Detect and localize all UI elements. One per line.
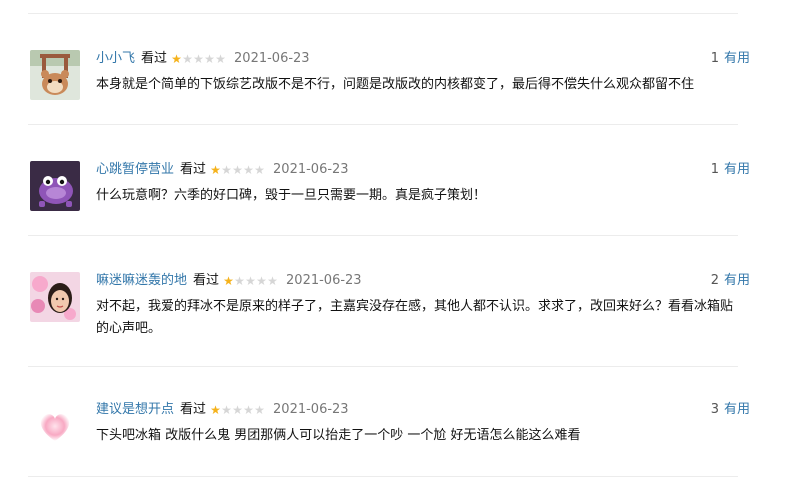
useful-button[interactable]: 有用 xyxy=(724,51,750,66)
star-empty-icon: ★ xyxy=(254,163,265,177)
comment-meta: 嘛迷嘛迷轰的地 看过 ★★★★★ 2021-06-23 xyxy=(96,272,362,290)
divider xyxy=(28,124,738,125)
rating-stars: ★★★★★ xyxy=(171,50,226,68)
divider xyxy=(28,13,738,14)
watch-status: 看过 xyxy=(180,402,207,417)
star-full-icon: ★ xyxy=(210,163,221,177)
star-empty-icon: ★ xyxy=(232,163,243,177)
vote-count: 1 xyxy=(710,51,719,66)
comment-date: 2021-06-23 xyxy=(286,273,362,288)
star-empty-icon: ★ xyxy=(204,52,215,66)
divider xyxy=(28,235,738,236)
star-empty-icon: ★ xyxy=(232,403,243,417)
comment-text: 下头吧冰箱 改版什么鬼 男团那俩人可以抬走了一个吵 一个尬 好无语怎么能这么难看 xyxy=(96,428,581,443)
rating-stars: ★★★★★ xyxy=(223,272,278,290)
username-link[interactable]: 小小飞 xyxy=(96,51,135,66)
comment-date: 2021-06-23 xyxy=(234,51,310,66)
comment-text: 对不起，我爱的拜冰不是原来的样子了，主嘉宾没存在感，其他人都不认识。求求了，改回… xyxy=(96,299,734,336)
star-empty-icon: ★ xyxy=(243,163,254,177)
watch-status: 看过 xyxy=(180,162,207,177)
useful-button[interactable]: 有用 xyxy=(724,273,750,288)
star-empty-icon: ★ xyxy=(267,274,278,288)
avatar[interactable] xyxy=(30,401,80,451)
star-full-icon: ★ xyxy=(210,403,221,417)
rating-stars: ★★★★★ xyxy=(210,161,265,179)
username-link[interactable]: 嘛迷嘛迷轰的地 xyxy=(96,273,187,288)
useful-button[interactable]: 有用 xyxy=(724,162,750,177)
vote-area: 3 有用 xyxy=(711,401,750,419)
comment-text: 本身就是个简单的下饭综艺改版不是不行，问题是改版改的内核都变了，最后得不偿失什么… xyxy=(96,77,695,92)
comment-date: 2021-06-23 xyxy=(273,402,349,417)
star-full-icon: ★ xyxy=(171,52,182,66)
useful-button[interactable]: 有用 xyxy=(724,402,750,417)
vote-area: 1 有用 xyxy=(711,50,750,68)
star-empty-icon: ★ xyxy=(221,403,232,417)
vote-count: 1 xyxy=(710,162,719,177)
star-empty-icon: ★ xyxy=(215,52,226,66)
star-full-icon: ★ xyxy=(223,274,234,288)
watch-status: 看过 xyxy=(141,51,168,66)
vote-area: 1 有用 xyxy=(711,161,750,179)
vote-count: 2 xyxy=(710,273,719,288)
comment-meta: 建议是想开点 看过 ★★★★★ 2021-06-23 xyxy=(96,401,349,419)
star-empty-icon: ★ xyxy=(245,274,256,288)
star-empty-icon: ★ xyxy=(221,163,232,177)
star-empty-icon: ★ xyxy=(234,274,245,288)
star-empty-icon: ★ xyxy=(256,274,267,288)
comment-text: 什么玩意啊？六季的好口碑，毁于一旦只需要一期。真是疯子策划！ xyxy=(96,188,487,203)
star-empty-icon: ★ xyxy=(254,403,265,417)
comment-list: 小小飞 看过 ★★★★★ 2021-06-23 1 有用 本身就是个简单的下饭综艺改版不… xyxy=(0,0,800,487)
rating-stars: ★★★★★ xyxy=(210,401,265,419)
watch-status: 看过 xyxy=(193,273,220,288)
vote-area: 2 有用 xyxy=(711,272,750,290)
username-link[interactable]: 建议是想开点 xyxy=(96,402,174,417)
comment-date: 2021-06-23 xyxy=(273,162,349,177)
star-empty-icon: ★ xyxy=(182,52,193,66)
divider xyxy=(28,476,738,477)
avatar[interactable] xyxy=(30,50,80,100)
divider xyxy=(28,366,738,367)
comment-meta: 心跳暂停营业 看过 ★★★★★ 2021-06-23 xyxy=(96,161,349,179)
star-empty-icon: ★ xyxy=(243,403,254,417)
comment-meta: 小小飞 看过 ★★★★★ 2021-06-23 xyxy=(96,50,310,68)
avatar[interactable] xyxy=(30,161,80,211)
username-link[interactable]: 心跳暂停营业 xyxy=(96,162,174,177)
vote-count: 3 xyxy=(710,402,719,417)
star-empty-icon: ★ xyxy=(193,52,204,66)
avatar[interactable] xyxy=(30,272,80,322)
